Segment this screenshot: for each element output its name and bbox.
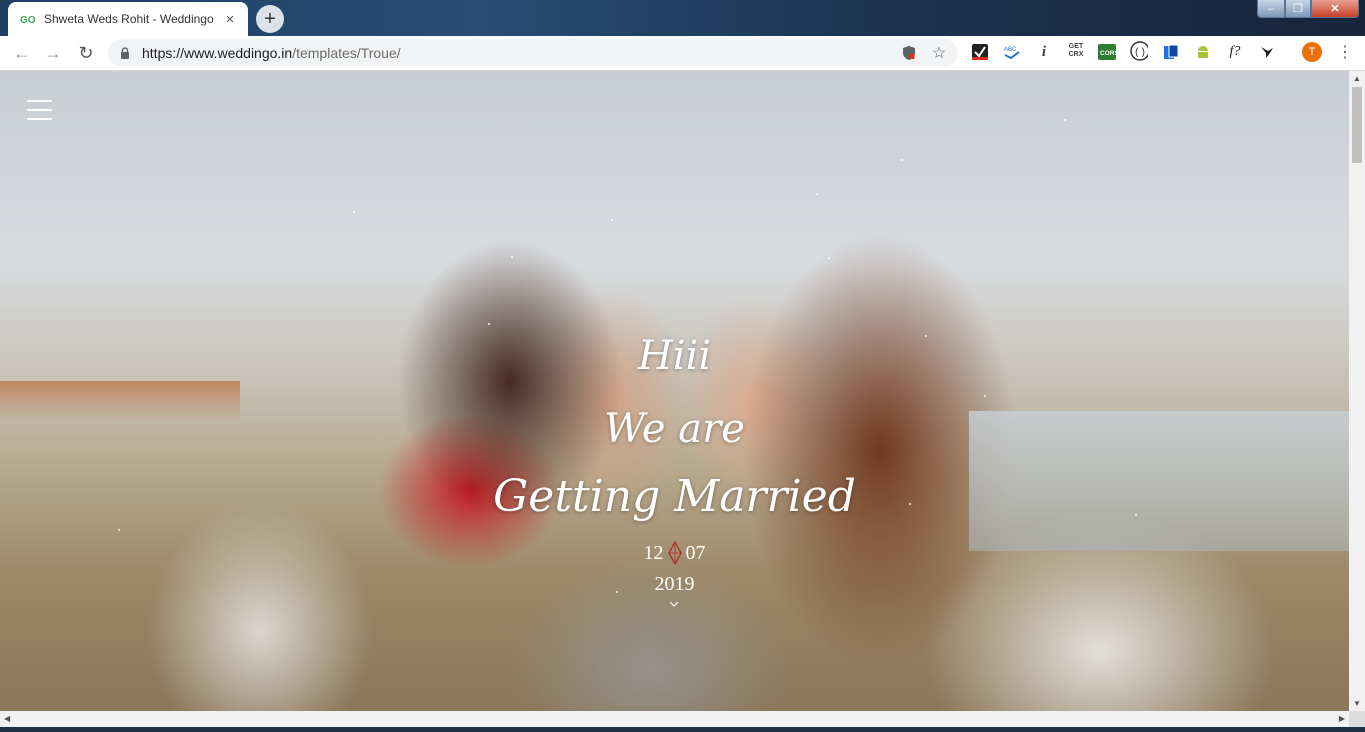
browser-menu-button[interactable]: ⋮ xyxy=(1337,42,1353,62)
diamond-icon xyxy=(667,541,682,565)
snow-particle xyxy=(984,395,986,397)
date-year: 2019 xyxy=(654,573,695,595)
svg-text:GO: GO xyxy=(20,15,36,25)
info-ext-icon[interactable]: i xyxy=(1035,43,1053,61)
forward-button[interactable]: → xyxy=(41,41,65,65)
scroll-up-arrow-icon[interactable]: ▲ xyxy=(1353,74,1361,83)
window-controls: – ❐ ✕ xyxy=(1257,0,1359,18)
hero-greeting: Hiii xyxy=(637,333,712,379)
tablet-ext-icon[interactable] xyxy=(1162,43,1180,61)
hero-section: Hiii We are Getting Married 12 07 2019 xyxy=(0,71,1349,711)
snow-particle xyxy=(488,323,490,325)
get-crx-ext-icon[interactable]: GET CRX xyxy=(1066,42,1086,60)
new-tab-button[interactable]: + xyxy=(256,5,284,33)
hamburger-menu-icon[interactable] xyxy=(27,100,52,120)
snow-particle xyxy=(353,211,355,213)
star-icon[interactable]: ☆ xyxy=(930,44,948,62)
minimize-button[interactable]: – xyxy=(1257,0,1285,18)
wedding-date: 12 07 xyxy=(0,541,1349,565)
date-day: 12 xyxy=(643,541,664,564)
hero-title: Getting Married xyxy=(493,471,856,522)
address-bar[interactable]: https://www.weddingo.in/templates/Troue/… xyxy=(108,39,958,67)
horizontal-scrollbar[interactable]: ◀ ▶ xyxy=(0,711,1349,727)
cors-ext-icon[interactable]: CORS xyxy=(1098,43,1116,61)
maximize-button[interactable]: ❐ xyxy=(1285,0,1311,18)
vertical-scroll-thumb[interactable] xyxy=(1352,87,1362,163)
svg-text:(): () xyxy=(1134,47,1146,59)
font-ext-icon[interactable]: f? xyxy=(1226,43,1244,61)
svg-text:ABC: ABC xyxy=(1004,47,1017,53)
snow-particle xyxy=(118,529,120,531)
shield-icon[interactable] xyxy=(900,44,918,62)
hero-subtitle: We are xyxy=(604,406,745,452)
window-titlebar: GO Shweta Weds Rohit - Weddingo × + – ❐ … xyxy=(0,0,1365,36)
reload-button[interactable]: ↻ xyxy=(74,41,98,65)
scroll-down-chevron-icon[interactable] xyxy=(669,600,679,608)
scrollbar-corner xyxy=(1349,711,1365,727)
checkmark-ext-icon[interactable] xyxy=(971,43,989,61)
snow-particle xyxy=(828,257,830,259)
url-text[interactable]: https://www.weddingo.in/templates/Troue/ xyxy=(142,45,401,61)
browser-tab[interactable]: GO Shweta Weds Rohit - Weddingo × xyxy=(8,2,248,36)
snow-particle xyxy=(901,159,903,161)
lock-icon[interactable] xyxy=(120,47,130,59)
os-taskbar xyxy=(0,727,1365,732)
close-window-button[interactable]: ✕ xyxy=(1311,0,1359,18)
snow-particle xyxy=(816,193,818,195)
weddingo-favicon-icon: GO xyxy=(20,11,36,27)
scroll-right-arrow-icon[interactable]: ▶ xyxy=(1339,714,1345,723)
date-month: 07 xyxy=(685,541,706,564)
android-ext-icon[interactable] xyxy=(1194,43,1212,61)
profile-avatar[interactable]: T xyxy=(1302,42,1322,62)
browser-toolbar: ← → ↻ https://www.weddingo.in/templates/… xyxy=(0,36,1365,71)
snow-particle xyxy=(511,256,513,258)
bird-ext-icon[interactable] xyxy=(1258,43,1276,61)
snow-particle xyxy=(611,219,613,221)
code-ext-icon[interactable]: () xyxy=(1130,41,1148,61)
tab-title: Shweta Weds Rohit - Weddingo xyxy=(44,12,214,26)
back-button[interactable]: ← xyxy=(10,41,34,65)
vertical-scrollbar[interactable]: ▲ ▼ xyxy=(1349,71,1365,711)
scroll-left-arrow-icon[interactable]: ◀ xyxy=(4,714,10,723)
tab-close-icon[interactable]: × xyxy=(222,11,238,28)
svg-text:CORS: CORS xyxy=(1100,50,1116,57)
spellcheck-ext-icon[interactable]: ABC xyxy=(1003,43,1021,61)
scroll-down-arrow-icon[interactable]: ▼ xyxy=(1353,699,1361,708)
snow-particle xyxy=(1064,119,1066,121)
